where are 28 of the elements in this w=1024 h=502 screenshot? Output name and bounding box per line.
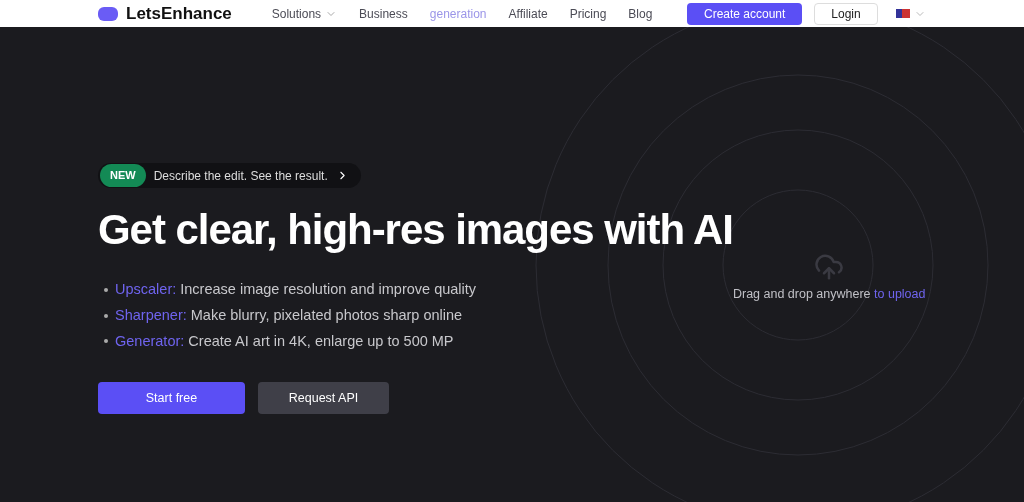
nav-link[interactable]: Solutions xyxy=(271,4,338,23)
new-badge: NEW xyxy=(100,164,146,187)
upload-link[interactable]: to upload xyxy=(874,287,926,301)
feature-link[interactable]: Generator: xyxy=(115,332,185,349)
request-api-button[interactable]: Request API xyxy=(258,382,389,415)
logo-icon xyxy=(98,6,118,21)
bullet-icon xyxy=(104,313,108,318)
flag-icon[interactable] xyxy=(896,9,910,18)
nav-link[interactable]: Pricing xyxy=(569,4,607,23)
start-button[interactable]: Start free xyxy=(98,382,245,415)
upload-text: Drag and drop anywhere to upload xyxy=(732,286,926,303)
bullet-icon xyxy=(104,287,108,292)
announcement-text: Describe the edit. See the result. xyxy=(153,167,328,185)
feature-link[interactable]: Sharpener: xyxy=(115,306,187,323)
feature-text: Generator: Create AI art in 4K, enlarge up to 500 MP xyxy=(115,331,454,351)
cloud-upload-icon xyxy=(814,252,845,282)
nav-link[interactable]: Blog xyxy=(628,4,653,23)
login-button[interactable]: Login xyxy=(814,2,878,25)
bullet-icon xyxy=(104,339,108,344)
create-account-button[interactable]: Create account xyxy=(687,2,802,25)
nav-link[interactable]: Business xyxy=(359,4,408,23)
nav-link[interactable]: Affiliate xyxy=(508,4,548,23)
announcement-pill[interactable]: NEW Describe the edit. See the result. xyxy=(98,163,361,188)
feature-text: Sharpener: Make blurry, pixelated photos sharp online xyxy=(115,305,463,325)
logo[interactable]: LetsEnhance xyxy=(126,0,232,27)
feature-link[interactable]: Upscaler: xyxy=(115,281,177,297)
feature-text: Upscaler: Increase image resolution and improve quality xyxy=(115,280,477,299)
hero-title: Get clear, high-res images with AI xyxy=(98,205,733,255)
